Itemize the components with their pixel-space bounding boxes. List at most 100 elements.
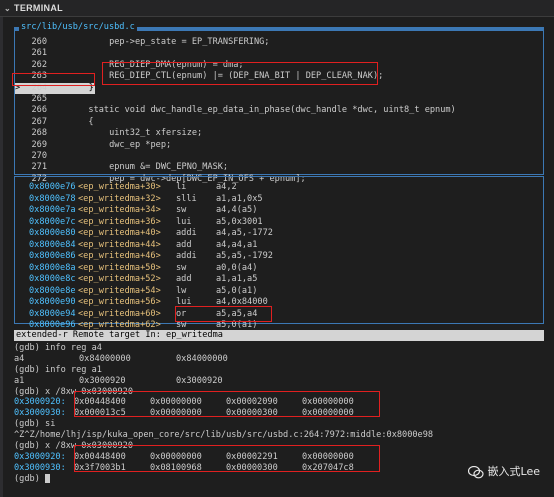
register-value-row: a4 0x84000000 0x84000000 bbox=[14, 354, 544, 365]
terminal-panel-header[interactable]: ⌄ TERMINAL bbox=[0, 0, 554, 17]
memory-address: 0x3000920: bbox=[14, 451, 66, 462]
line-number: 267 bbox=[31, 116, 47, 127]
source-file-path: src/lib/usb/src/usbd.c bbox=[19, 22, 137, 33]
asm-mnemonic: slli bbox=[176, 193, 197, 204]
asm-symbol: <ep_writedma+40> bbox=[78, 228, 161, 238]
wechat-icon bbox=[467, 465, 484, 478]
asm-mnemonic: addi bbox=[176, 228, 197, 238]
asm-symbol: <ep_writedma+46> bbox=[78, 251, 161, 261]
source-line: 260 pep->ep_state = EP_TRANSFERING; bbox=[15, 37, 543, 48]
asm-address: 0x8000e94 bbox=[29, 308, 76, 319]
source-line: 271 epnum &= DWC_EPNO_MASK; bbox=[15, 162, 543, 173]
source-line: 268 uint32_t xfersize; bbox=[15, 128, 543, 139]
line-number: 266 bbox=[31, 105, 47, 116]
register-value: 0x3000920 bbox=[176, 375, 223, 386]
asm-address: 0x8000e84 bbox=[29, 239, 76, 250]
asm-symbol: <ep_writedma+54> bbox=[78, 285, 161, 296]
gdb-line: ^Z^Z/home/lhj/isp/kuka_open_core/src/lib… bbox=[14, 430, 544, 441]
asm-mnemonic: sw bbox=[176, 262, 187, 273]
asm-operands: a5,0(a1) bbox=[216, 285, 258, 296]
asm-symbol: <ep_writedma+44> bbox=[78, 239, 161, 250]
source-code: static void dwc_handle_ep_data_in_phase(… bbox=[47, 105, 456, 116]
asm-line: 0x8000e86 <ep_writedma+46> addi a5,a5,-1792 bbox=[29, 251, 273, 263]
line-number: 260 bbox=[31, 37, 47, 47]
asm-mnemonic: add bbox=[176, 274, 192, 284]
asm-line: 0x8000e8e <ep_writedma+54> lw a5,0(a1) bbox=[29, 286, 273, 298]
gdb-text: (gdb) info reg a4 bbox=[14, 343, 102, 353]
source-window: src/lib/usb/src/usbd.c 260 pep->ep_state… bbox=[14, 22, 544, 184]
gdb-text: (gdb) info reg a1 bbox=[14, 364, 102, 375]
source-line: 261 bbox=[15, 48, 543, 59]
gdb-text: (gdb) bbox=[14, 473, 46, 484]
highlight-box-store-instruction bbox=[175, 306, 272, 322]
source-code: pep->ep_state = EP_TRANSFERING; bbox=[47, 37, 270, 47]
asm-mnemonic: li bbox=[176, 182, 187, 192]
gdb-text: (gdb) si bbox=[14, 419, 56, 430]
highlight-box-source-lines bbox=[102, 62, 378, 85]
source-code: epnum &= DWC_EPNO_MASK; bbox=[47, 162, 229, 173]
asm-address: 0x8000e76 bbox=[29, 182, 76, 192]
memory-address: 0x3000920: bbox=[14, 397, 66, 408]
asm-line: 0x8000e7c <ep_writedma+36> lui a5,0x3001 bbox=[29, 217, 273, 229]
line-number: 262 bbox=[31, 59, 47, 70]
asm-line: 0x8000e8a <ep_writedma+50> sw a0,0(a4) bbox=[29, 263, 273, 275]
asm-line: 0x8000e76 <ep_writedma+30> li a4,2 bbox=[29, 182, 273, 194]
gdb-prompt: (gdb) bbox=[14, 473, 544, 485]
source-code: { bbox=[47, 116, 94, 127]
asm-operands: a1,a1,0x5 bbox=[216, 193, 263, 204]
asm-operands: a5,a5,-1792 bbox=[216, 251, 273, 261]
asm-symbol: <ep_writedma+56> bbox=[78, 297, 161, 307]
memory-address: 0x3000930: bbox=[14, 462, 66, 473]
asm-line: 0x8000e80 <ep_writedma+40> addi a4,a5,-1772 bbox=[29, 228, 273, 240]
side-gutter bbox=[0, 17, 3, 497]
asm-mnemonic: lui bbox=[176, 216, 192, 227]
register-name: a1 bbox=[14, 375, 25, 386]
asm-operands: a4,a5,-1772 bbox=[216, 228, 273, 238]
asm-line: 0x8000e8c <ep_writedma+52> add a1,a1,a5 bbox=[29, 274, 273, 286]
asm-line: 0x8000e78 <ep_writedma+32> slli a1,a1,0x5 bbox=[29, 194, 273, 206]
asm-operands: a0,0(a4) bbox=[216, 262, 258, 273]
register-name: a4 bbox=[14, 353, 25, 364]
gdb-line: (gdb) info reg a4 bbox=[14, 343, 544, 354]
asm-operands: a4,4(a5) bbox=[216, 205, 258, 215]
line-number: 265 bbox=[31, 93, 47, 104]
source-lines: 260 pep->ep_state = EP_TRANSFERING; 261 26… bbox=[15, 37, 543, 185]
gdb-line: (gdb) info reg a1 bbox=[14, 365, 544, 376]
source-line: 266 static void dwc_handle_ep_data_in_ph… bbox=[15, 105, 543, 116]
asm-symbol: <ep_writedma+50> bbox=[78, 262, 161, 273]
watermark: 嵌入式Lee bbox=[467, 463, 540, 479]
line-number: 271 bbox=[31, 162, 47, 173]
asm-mnemonic: sw bbox=[176, 205, 187, 215]
asm-address: 0x8000e86 bbox=[29, 251, 76, 261]
register-hex: 0x3000920 bbox=[79, 375, 126, 386]
status-line: extended-r Remote target In: ep_writedma bbox=[14, 330, 544, 341]
line-number: 268 bbox=[31, 128, 47, 139]
source-line: 269 dwc_ep *pep; bbox=[15, 140, 543, 151]
register-value-row: a1 0x3000920 0x3000920 bbox=[14, 376, 544, 387]
asm-symbol: <ep_writedma+34> bbox=[78, 205, 161, 215]
asm-address: 0x8000e8c bbox=[29, 274, 76, 284]
asm-address: 0x8000e78 bbox=[29, 193, 76, 204]
asm-operands: a5,0x3001 bbox=[216, 216, 263, 227]
asm-symbol: <ep_writedma+52> bbox=[78, 274, 161, 284]
gdb-line: (gdb) si bbox=[14, 419, 544, 430]
asm-symbol: <ep_writedma+30> bbox=[78, 182, 161, 192]
watermark-text: 嵌入式Lee bbox=[487, 465, 540, 478]
chevron-down-icon[interactable]: ⌄ bbox=[4, 1, 11, 17]
asm-operands: a4,2 bbox=[216, 182, 237, 192]
register-value: 0x84000000 bbox=[176, 353, 228, 364]
asm-line: 0x8000e7a <ep_writedma+34> sw a4,4(a5) bbox=[29, 205, 273, 217]
asm-address: 0x8000e90 bbox=[29, 297, 76, 307]
asm-mnemonic: lw bbox=[176, 285, 187, 296]
panel-title: TERMINAL bbox=[14, 3, 63, 13]
asm-address: 0x8000e8e bbox=[29, 285, 76, 296]
line-number: 269 bbox=[31, 139, 47, 150]
asm-mnemonic: add bbox=[176, 239, 192, 250]
gdb-text: ^Z^Z/home/lhj/isp/kuka_open_core/src/lib… bbox=[14, 430, 434, 441]
text-cursor[interactable] bbox=[45, 473, 51, 483]
highlight-box-current-line bbox=[12, 73, 95, 86]
asm-address: 0x8000e7a bbox=[29, 205, 76, 215]
source-line: 270 bbox=[15, 151, 543, 162]
asm-symbol: <ep_writedma+60> bbox=[78, 308, 161, 319]
asm-symbol: <ep_writedma+32> bbox=[78, 193, 161, 204]
